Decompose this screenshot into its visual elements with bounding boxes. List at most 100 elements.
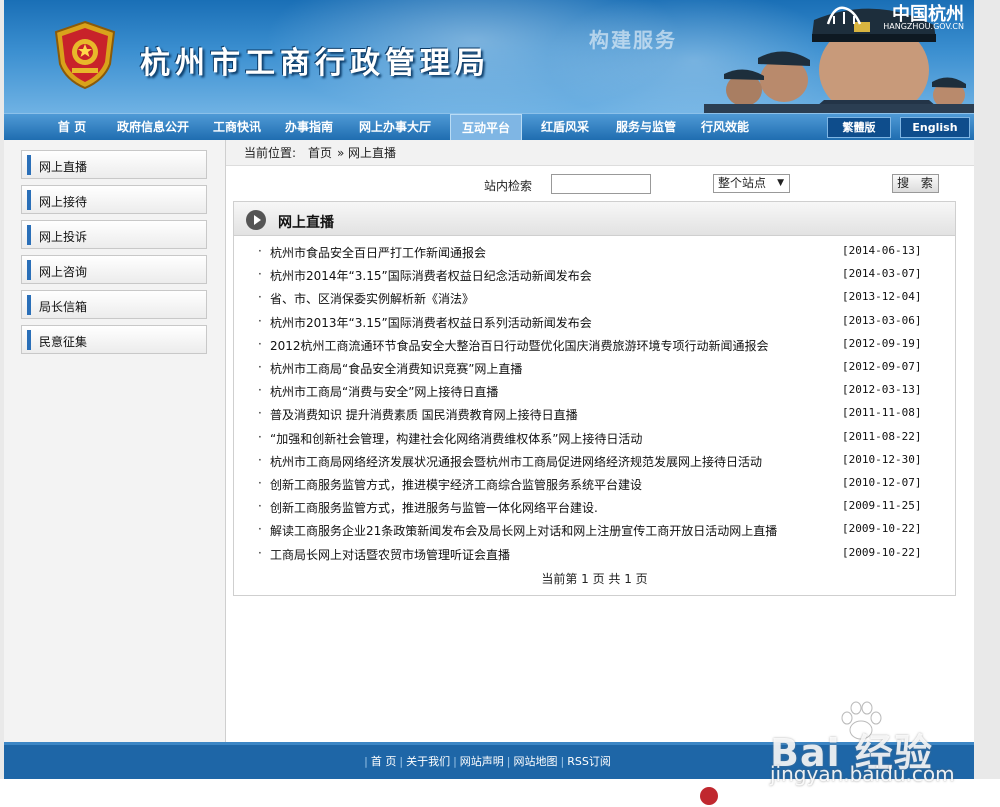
sidebar-marker (27, 295, 31, 315)
nav-efficiency[interactable]: 行风效能 (694, 114, 756, 141)
footer-link-sitemap[interactable]: 网站地图 (511, 755, 561, 768)
news-date: [2009-10-22] (842, 545, 922, 559)
nav-news[interactable]: 工商快讯 (206, 114, 268, 141)
live-list-panel: 网上直播 · 杭州市食品安全百日严打工作新闻通报会 [2014-06-13] · 杭州市… (233, 201, 956, 596)
bullet-icon: · (258, 545, 262, 560)
news-title-link[interactable]: 杭州市工商局网络经济发展状况通报会暨杭州市工商局促进网络经济规范发展网上接待日活… (270, 453, 762, 470)
footer-link-rss[interactable]: RSS订阅 (564, 755, 614, 768)
breadcrumb-label: 当前位置: (244, 146, 297, 160)
footer-link-home[interactable]: 首 页 (368, 755, 400, 768)
nav-gov-info[interactable]: 政府信息公开 (108, 114, 198, 141)
bullet-icon: · (258, 429, 262, 444)
sidebar-marker (27, 190, 31, 210)
page-gutter (974, 0, 1000, 779)
search-scope-value: 整个站点 (718, 176, 767, 190)
sidebar-item-complaint[interactable]: 网上投诉 (21, 220, 207, 249)
search-button[interactable]: 搜 索 (892, 174, 939, 193)
sidebar-item-live[interactable]: 网上直播 (21, 150, 207, 179)
news-date: [2011-08-22] (842, 429, 922, 443)
bullet-icon: · (258, 383, 262, 398)
nav-online-hall[interactable]: 网上办事大厅 (352, 114, 438, 141)
main-content: 当前位置: 首页 » 网上直播 站内检索 整个站点 ▼ 搜 索 网上直播 · 杭州… (226, 140, 974, 742)
sidebar-item-consult[interactable]: 网上咨询 (21, 255, 207, 284)
news-row[interactable]: · 杭州市工商局“食品安全消费知识竞赛”网上直播 [2012-09-07] (234, 355, 955, 378)
hangzhou-gov-logo[interactable]: 中国杭州 HANGZHOU.GOV.CN (814, 0, 964, 31)
news-date: [2012-09-07] (842, 360, 922, 373)
breadcrumb-current: 网上直播 (348, 146, 397, 160)
sidebar-item-label: 网上接待 (39, 195, 88, 209)
news-title-link[interactable]: 解读工商服务企业21条政策新闻发布会及局长网上对话和网上注册宣传工商开放日活动网… (270, 522, 777, 539)
breadcrumb: 当前位置: 首页 » 网上直播 (226, 140, 974, 166)
news-row[interactable]: · 杭州市工商局网络经济发展状况通报会暨杭州市工商局促进网络经济规范发展网上接待日… (234, 448, 955, 471)
nav-service[interactable]: 服务与监管 (608, 114, 684, 141)
news-row[interactable]: · 普及消费知识 提升消费素质 国民消费教育网上接待日直播 [2011-11-08] (234, 401, 955, 424)
news-title-link[interactable]: 工商局长网上对话暨农贸市场管理听证会直播 (270, 546, 510, 563)
news-date: [2009-10-22] (842, 522, 922, 536)
sidebar-marker (27, 330, 31, 350)
news-title-link[interactable]: 杭州市工商局“消费与安全”网上接待日直播 (270, 383, 498, 400)
news-row[interactable]: · 创新工商服务监管方式，推进服务与监管一体化网络平台建设. [2009-11-25… (234, 494, 955, 517)
news-date: [2011-11-08] (842, 406, 922, 420)
brand-url: HANGZHOU.GOV.CN (883, 22, 964, 31)
news-title-link[interactable]: 创新工商服务监管方式，推进模宇经济工商综合监管服务系统平台建设 (270, 476, 642, 493)
hangzhou-logo-icon (826, 6, 862, 25)
nav-guide[interactable]: 办事指南 (278, 114, 340, 141)
news-date: [2013-03-06] (842, 313, 922, 327)
footer-link-about[interactable]: 关于我们 (403, 755, 453, 768)
panel-title: 网上直播 (278, 215, 334, 231)
banner-title: 杭州市工商行政管理局 (140, 46, 490, 81)
sidebar-item-survey[interactable]: 民意征集 (21, 325, 207, 354)
sidebar-item-label: 民意征集 (39, 335, 88, 349)
news-row[interactable]: · 解读工商服务企业21条政策新闻发布会及局长网上对话和网上注册宣传工商开放日活动… (234, 517, 955, 540)
main-nav: 首 页 政府信息公开 工商快讯 办事指南 网上办事大厅 互动平台 红盾风采 服务… (4, 113, 974, 141)
sidebar-item-label: 网上直播 (39, 160, 88, 174)
news-title-link[interactable]: “加强和创新社会管理，构建社会化网络消费维权体系”网上接待日活动 (270, 430, 642, 447)
search-input[interactable] (551, 174, 651, 194)
aic-emblem-icon (54, 20, 116, 90)
news-row[interactable]: · “加强和创新社会管理，构建社会化网络消费维权体系”网上接待日活动 [2011-0… (234, 425, 955, 448)
news-row[interactable]: · 工商局长网上对话暨农贸市场管理听证会直播 [2009-10-22] (234, 541, 955, 564)
sidebar-item-reception[interactable]: 网上接待 (21, 185, 207, 214)
nav-home[interactable]: 首 页 (48, 114, 96, 141)
footer-separator: | (506, 755, 511, 768)
news-title-link[interactable]: 杭州市食品安全百日严打工作新闻通报会 (270, 244, 486, 261)
news-row[interactable]: · 杭州市食品安全百日严打工作新闻通报会 [2014-06-13] (234, 239, 955, 262)
news-row[interactable]: · 杭州市2013年“3.15”国际消费者权益日系列活动新闻发布会 [2013-03… (234, 309, 955, 332)
news-date: [2014-03-07] (842, 267, 922, 281)
sidebar: 网上直播 网上接待 网上投诉 网上咨询 局长信箱 民意征集 (4, 140, 226, 742)
news-title-link[interactable]: 普及消费知识 提升消费素质 国民消费教育网上接待日直播 (270, 406, 578, 423)
nav-interaction[interactable]: 互动平台 (450, 114, 522, 141)
footer-link-statement[interactable]: 网站声明 (457, 755, 507, 768)
news-date: [2014-06-13] (842, 244, 922, 257)
news-row[interactable]: · 创新工商服务监管方式，推进模宇经济工商综合监管服务系统平台建设 [2010-12… (234, 471, 955, 494)
news-title-link[interactable]: 杭州市2013年“3.15”国际消费者权益日系列活动新闻发布会 (270, 314, 592, 331)
pagination-info: 当前第 1 页 共 1 页 (541, 572, 648, 586)
english-button[interactable]: English (900, 117, 970, 138)
footer-logo-icon (700, 787, 718, 805)
baidu-jingyan-watermark: Bai 经验 jingyan.baidu.com (770, 700, 1000, 790)
news-row[interactable]: · 省、市、区消保委实例解析新《消法》 [2013-12-04] (234, 285, 955, 308)
sidebar-item-mailbox[interactable]: 局长信箱 (21, 290, 207, 319)
breadcrumb-home-link[interactable]: 首页 (308, 140, 332, 166)
news-title-link[interactable]: 杭州市2014年“3.15”国际消费者权益日纪念活动新闻发布会 (270, 267, 592, 284)
page-body: 网上直播 网上接待 网上投诉 网上咨询 局长信箱 民意征集 当前位置: 首页 »… (4, 140, 974, 742)
bullet-icon: · (258, 499, 262, 514)
news-row[interactable]: · 杭州市2014年“3.15”国际消费者权益日纪念活动新闻发布会 [2014-03… (234, 262, 955, 285)
news-date: [2012-03-13] (842, 383, 922, 397)
news-title-link[interactable]: 杭州市工商局“食品安全消费知识竞赛”网上直播 (270, 360, 522, 377)
news-title-link[interactable]: 省、市、区消保委实例解析新《消法》 (270, 290, 474, 307)
watermark-url: jingyan.baidu.com (770, 762, 955, 786)
nav-red-shield[interactable]: 红盾风采 (534, 114, 596, 141)
sidebar-item-label: 网上咨询 (39, 265, 88, 279)
news-title-link[interactable]: 2012杭州工商流通环节食品安全大整治百日行动暨优化国庆消费旅游环境专项行动新闻… (270, 337, 769, 354)
breadcrumb-separator: » (337, 146, 345, 160)
news-row[interactable]: · 2012杭州工商流通环节食品安全大整治百日行动暨优化国庆消费旅游环境专项行动新… (234, 332, 955, 355)
sidebar-marker (27, 155, 31, 175)
news-title-link[interactable]: 创新工商服务监管方式，推进服务与监管一体化网络平台建设. (270, 499, 598, 516)
traditional-chinese-button[interactable]: 繁體版 (827, 117, 891, 138)
bullet-icon: · (258, 476, 262, 490)
sidebar-item-label: 局长信箱 (39, 300, 88, 314)
search-scope-select[interactable]: 整个站点 ▼ (713, 174, 790, 193)
news-row[interactable]: · 杭州市工商局“消费与安全”网上接待日直播 [2012-03-13] (234, 378, 955, 401)
banner-slogan: 构建服务 (589, 28, 677, 52)
